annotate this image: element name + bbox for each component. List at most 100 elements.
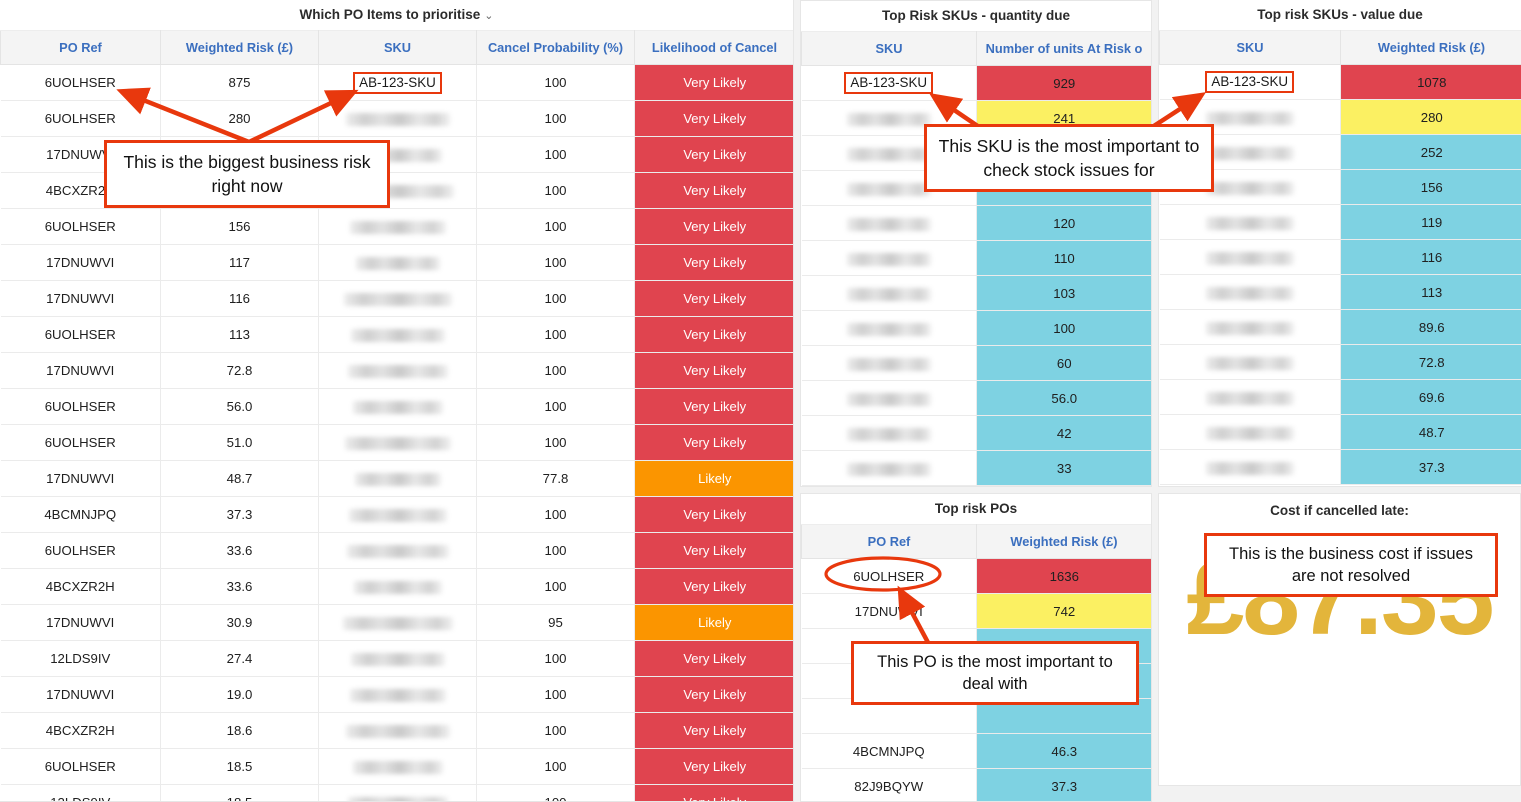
redacted-sku-value — [352, 761, 443, 774]
likelihood-badge: Very Likely — [635, 569, 793, 604]
cost-panel-title: Cost if cancelled late: — [1270, 503, 1409, 518]
cell-likelihood: Very Likely — [634, 640, 793, 677]
table-row: 116 — [1159, 239, 1521, 275]
redacted-sku-value — [345, 725, 450, 738]
table-row: 6UOLHSER 156 100 Very Likely — [0, 208, 793, 245]
cell-sku — [318, 280, 477, 317]
cell-cancel-probability: 100 — [476, 676, 635, 713]
cell-sku — [318, 388, 477, 425]
cell-likelihood: Very Likely — [634, 676, 793, 713]
col-sku[interactable]: SKU — [318, 30, 477, 65]
cell-units-at-risk: 42 — [976, 415, 1151, 451]
table-row: 17DNUWVI 117 100 Very Likely — [0, 244, 793, 281]
highlighted-sku-value[interactable]: AB-123-SKU — [844, 72, 934, 94]
redacted-sku-value — [346, 545, 449, 558]
cell-sku — [1159, 344, 1341, 380]
likelihood-badge: Very Likely — [635, 713, 793, 748]
cell-po-ref: 6UOLHSER — [0, 748, 161, 785]
highlighted-sku-value[interactable]: AB-123-SKU — [1205, 71, 1295, 93]
cell-weighted-risk: 48.7 — [1340, 414, 1521, 450]
table-row: 12LDS9IV18.5 100Very Likely — [0, 784, 793, 801]
table-row: 6UOLHSER 18.5 100 Very Likely — [0, 748, 793, 785]
cell-sku — [801, 415, 977, 451]
table-row: 17DNUWVI 742 — [801, 593, 1151, 629]
cell-likelihood: Very Likely — [634, 316, 793, 353]
cell-weighted-risk: 116 — [160, 280, 319, 317]
cell-weighted-risk: 19.0 — [160, 676, 319, 713]
cell-sku — [318, 496, 477, 533]
cell-po-ref: 6UOLHSER — [0, 316, 161, 353]
cell-sku — [1159, 414, 1341, 450]
cell-po-ref: 4BCXZR2H — [0, 712, 161, 749]
cell-sku — [318, 460, 477, 497]
chevron-down-icon[interactable]: ⌄ — [484, 10, 493, 22]
col-val-sku[interactable]: SKU — [1159, 30, 1341, 65]
table-row: 17DNUWVI 72.8 100 Very Likely — [0, 352, 793, 389]
po-items-header-row: PO Ref Weighted Risk (£) SKU Cancel Prob… — [0, 30, 793, 65]
redacted-sku-value — [355, 257, 440, 270]
table-row: 69.6 — [1159, 379, 1521, 415]
cell-likelihood: Very Likely — [634, 784, 793, 801]
likelihood-badge: Very Likely — [635, 389, 793, 424]
table-row: 72.8 — [1159, 344, 1521, 380]
table-row: 119 — [1159, 204, 1521, 240]
table-row: 6UOLHSER 113 100 Very Likely — [0, 316, 793, 353]
cell-sku — [1159, 449, 1341, 485]
cell-weighted-risk: 156 — [160, 208, 319, 245]
table-row: 120 — [801, 205, 1151, 241]
redacted-sku-value — [846, 112, 931, 126]
cell-weighted-risk: 113 — [1340, 274, 1521, 310]
cell-po-ref: 17DNUWVI — [0, 244, 161, 281]
panel-top-risk-skus-quantity: Top Risk SKUs - quantity due SKU Number … — [800, 0, 1152, 487]
redacted-sku-value — [348, 509, 447, 522]
qty-header-row: SKU Number of units At Risk o — [801, 31, 1151, 66]
cell-weighted-risk: 37.3 — [1340, 449, 1521, 485]
redacted-sku-value — [1205, 391, 1294, 405]
cell-sku — [318, 676, 477, 713]
callout-sku-stock: This SKU is the most important to check … — [924, 124, 1214, 192]
panel-po-items-title[interactable]: Which PO Items to prioritise ⌄ — [0, 0, 793, 30]
col-likelihood[interactable]: Likelihood of Cancel — [634, 30, 793, 65]
redacted-sku-value — [353, 581, 442, 594]
cell-likelihood: Very Likely — [634, 712, 793, 749]
table-row: 12LDS9IV 27.4 100 Very Likely — [0, 640, 793, 677]
col-po-ref[interactable]: PO Ref — [0, 30, 161, 65]
cell-sku — [318, 712, 477, 749]
redacted-sku-value — [846, 217, 931, 231]
cell-sku — [318, 748, 477, 785]
cell-po-ref: 17DNUWVI — [0, 460, 161, 497]
col-pos-risk[interactable]: Weighted Risk (£) — [976, 524, 1151, 559]
col-weighted-risk[interactable]: Weighted Risk (£) — [160, 30, 319, 65]
redacted-sku-value — [846, 427, 931, 441]
likelihood-badge: Very Likely — [635, 497, 793, 532]
panel-pos-title: Top risk POs — [801, 494, 1151, 524]
cell-sku — [801, 205, 977, 241]
col-pos-po-ref[interactable]: PO Ref — [801, 524, 977, 559]
cell-cancel-probability: 100 — [476, 568, 635, 605]
likelihood-badge: Very Likely — [635, 65, 793, 100]
highlighted-sku-value[interactable]: AB-123-SKU — [353, 71, 442, 94]
cell-sku — [318, 316, 477, 353]
cell-weighted-risk: 116 — [1340, 239, 1521, 275]
likelihood-badge: Very Likely — [635, 353, 793, 388]
cell-weighted-risk: 89.6 — [1340, 309, 1521, 345]
cell-sku — [318, 208, 477, 245]
redacted-sku-value — [1205, 216, 1294, 230]
likelihood-badge: Very Likely — [635, 101, 793, 136]
col-qty-sku[interactable]: SKU — [801, 31, 977, 66]
col-cancel-probability[interactable]: Cancel Probability (%) — [476, 30, 635, 65]
table-row: 82J9BQYW 37.3 — [801, 768, 1151, 801]
cell-weighted-risk: 46.3 — [976, 733, 1151, 769]
table-row: 6UOLHSER 875 AB-123-SKU 100 Very Likely — [0, 64, 793, 101]
cell-weighted-risk: 69.6 — [1340, 379, 1521, 415]
cell-sku — [318, 100, 477, 137]
col-qty-units[interactable]: Number of units At Risk o — [976, 31, 1151, 66]
col-val-risk[interactable]: Weighted Risk (£) — [1340, 30, 1521, 65]
likelihood-badge: Very Likely — [635, 317, 793, 352]
likelihood-badge: Very Likely — [635, 641, 793, 676]
likelihood-badge: Very Likely — [635, 137, 793, 172]
table-row: 110 — [801, 240, 1151, 276]
cell-po-ref: 17DNUWVI — [0, 676, 161, 713]
cell-cancel-probability: 100 — [476, 712, 635, 749]
cell-sku — [318, 640, 477, 677]
